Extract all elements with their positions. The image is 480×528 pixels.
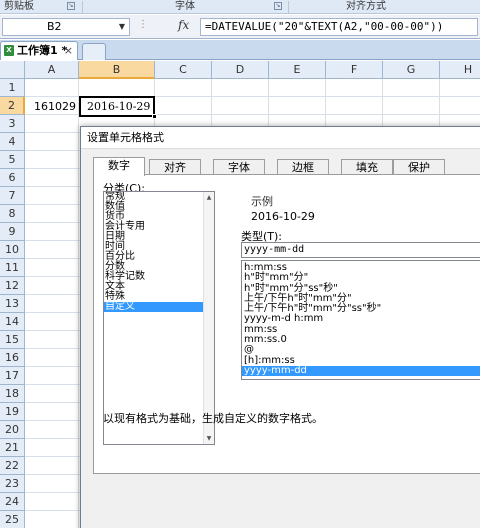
type-format-item-selected[interactable]: yyyy-mm-dd (242, 365, 480, 377)
category-list[interactable]: 常规 数值 货币 会计专用 日期 时间 百分比 分数 科学记数 文本 特殊 自定… (103, 191, 215, 445)
ribbon-separator (82, 1, 83, 13)
workbook-tab-title: 工作簿1 * (17, 44, 68, 57)
ribbon-group-clipboard-label: 剪贴板 (4, 1, 34, 12)
row-header-12[interactable]: 12 (0, 277, 25, 295)
row-header-15[interactable]: 15 (0, 331, 25, 349)
formula-input[interactable]: =DATEVALUE("20"&TEXT(A2,"00-00-00")) (200, 18, 478, 36)
row-header-1[interactable]: 1 (0, 79, 25, 97)
gridline-vertical (78, 79, 79, 528)
row-header-16[interactable]: 16 (0, 349, 25, 367)
row-header-9[interactable]: 9 (0, 223, 25, 241)
row-header-8[interactable]: 8 (0, 205, 25, 223)
row-header-20[interactable]: 20 (0, 421, 25, 439)
tab-fill[interactable]: 填充 (341, 159, 393, 175)
ribbon-group-font-label: 字体 (175, 1, 195, 12)
cell-a2[interactable]: 161029 (26, 98, 78, 115)
tab-number[interactable]: 数字 (93, 157, 145, 176)
row-header-11[interactable]: 11 (0, 259, 25, 277)
workbook-tab[interactable]: X 工作簿1 * × (0, 41, 78, 60)
cell-b2-value: 2016-10-29 (87, 100, 151, 113)
fill-handle[interactable] (152, 114, 157, 119)
category-scrollbar[interactable]: ▲ ▼ (203, 192, 214, 444)
excel-workbook-icon: X (4, 45, 14, 56)
row-header-6[interactable]: 6 (0, 169, 25, 187)
tab-alignment[interactable]: 对齐 (149, 159, 201, 175)
ribbon-separator (288, 1, 289, 13)
column-header-a[interactable]: A (25, 61, 79, 79)
type-input[interactable]: yyyy-mm-dd (241, 242, 480, 258)
row-header-4[interactable]: 4 (0, 133, 25, 151)
column-header-h[interactable]: H (440, 61, 480, 79)
row-header-10[interactable]: 10 (0, 241, 25, 259)
row-header-2[interactable]: 2 (0, 97, 25, 115)
sample-label: 示例 (251, 195, 273, 208)
resize-dots-icon[interactable]: ⋮ (138, 19, 148, 30)
sample-value: 2016-10-29 (251, 210, 315, 223)
row-header-7[interactable]: 7 (0, 187, 25, 205)
format-description: 以现有格式为基础，生成自定义的数字格式。 (103, 412, 323, 425)
column-header-g[interactable]: G (383, 61, 440, 79)
column-header-d[interactable]: D (212, 61, 269, 79)
type-format-item[interactable]: yyyy-m-d h:mm (242, 314, 480, 325)
font-launcher-icon[interactable]: ↘ (274, 2, 282, 10)
column-header-c[interactable]: C (155, 61, 212, 79)
row-header-21[interactable]: 21 (0, 439, 25, 457)
insert-function-button[interactable]: fx (178, 18, 189, 32)
type-format-item[interactable]: mm:ss.0 (242, 334, 480, 345)
row-header-17[interactable]: 17 (0, 367, 25, 385)
row-header-22[interactable]: 22 (0, 457, 25, 475)
tab-protection[interactable]: 保护 (393, 159, 445, 175)
formula-bar: B2 ▼ ⋮ fx =DATEVALUE("20"&TEXT(A2,"00-00… (0, 15, 480, 39)
workbook-tab-bar: X 工作簿1 * × (0, 40, 480, 60)
format-cells-dialog: 设置单元格格式 数字 对齐 字体 边框 填充 保护 分类(C): 常规 数值 货… (80, 126, 480, 528)
new-workbook-tab-button[interactable] (82, 43, 106, 60)
type-format-list[interactable]: h:mm:ss h"时"mm"分" h"时"mm"分"ss"秒" 上午/下午h"… (241, 260, 480, 380)
row-header-3[interactable]: 3 (0, 115, 25, 133)
dialog-title: 设置单元格格式 (81, 127, 480, 149)
clipboard-launcher-icon[interactable]: ↘ (67, 2, 75, 10)
row-header-14[interactable]: 14 (0, 313, 25, 331)
scroll-down-icon[interactable]: ▼ (204, 433, 214, 444)
name-box[interactable]: B2 ▼ (2, 18, 130, 36)
column-header-e[interactable]: E (269, 61, 326, 79)
cell-b2-active[interactable]: 2016-10-29 (79, 96, 157, 119)
row-header-23[interactable]: 23 (0, 475, 25, 493)
row-header-5[interactable]: 5 (0, 151, 25, 169)
row-header-25[interactable]: 25 (0, 511, 25, 528)
ribbon-group-strip: 剪贴板 ↘ 字体 ↘ 对齐方式 (0, 0, 480, 14)
row-header-19[interactable]: 19 (0, 403, 25, 421)
row-header-13[interactable]: 13 (0, 295, 25, 313)
ribbon-group-alignment-label: 对齐方式 (346, 1, 386, 12)
scroll-up-icon[interactable]: ▲ (204, 192, 214, 203)
row-header-18[interactable]: 18 (0, 385, 25, 403)
close-icon[interactable]: × (64, 42, 73, 59)
tab-font[interactable]: 字体 (213, 159, 265, 175)
column-header-b[interactable]: B (79, 61, 155, 79)
name-box-value: B2 (47, 20, 62, 33)
row-header-24[interactable]: 24 (0, 493, 25, 511)
category-item-selected[interactable]: 自定义 (104, 302, 214, 312)
select-all-corner[interactable] (0, 61, 25, 79)
tab-border[interactable]: 边框 (277, 159, 329, 175)
chevron-down-icon[interactable]: ▼ (119, 19, 125, 35)
column-header-f[interactable]: F (326, 61, 383, 79)
